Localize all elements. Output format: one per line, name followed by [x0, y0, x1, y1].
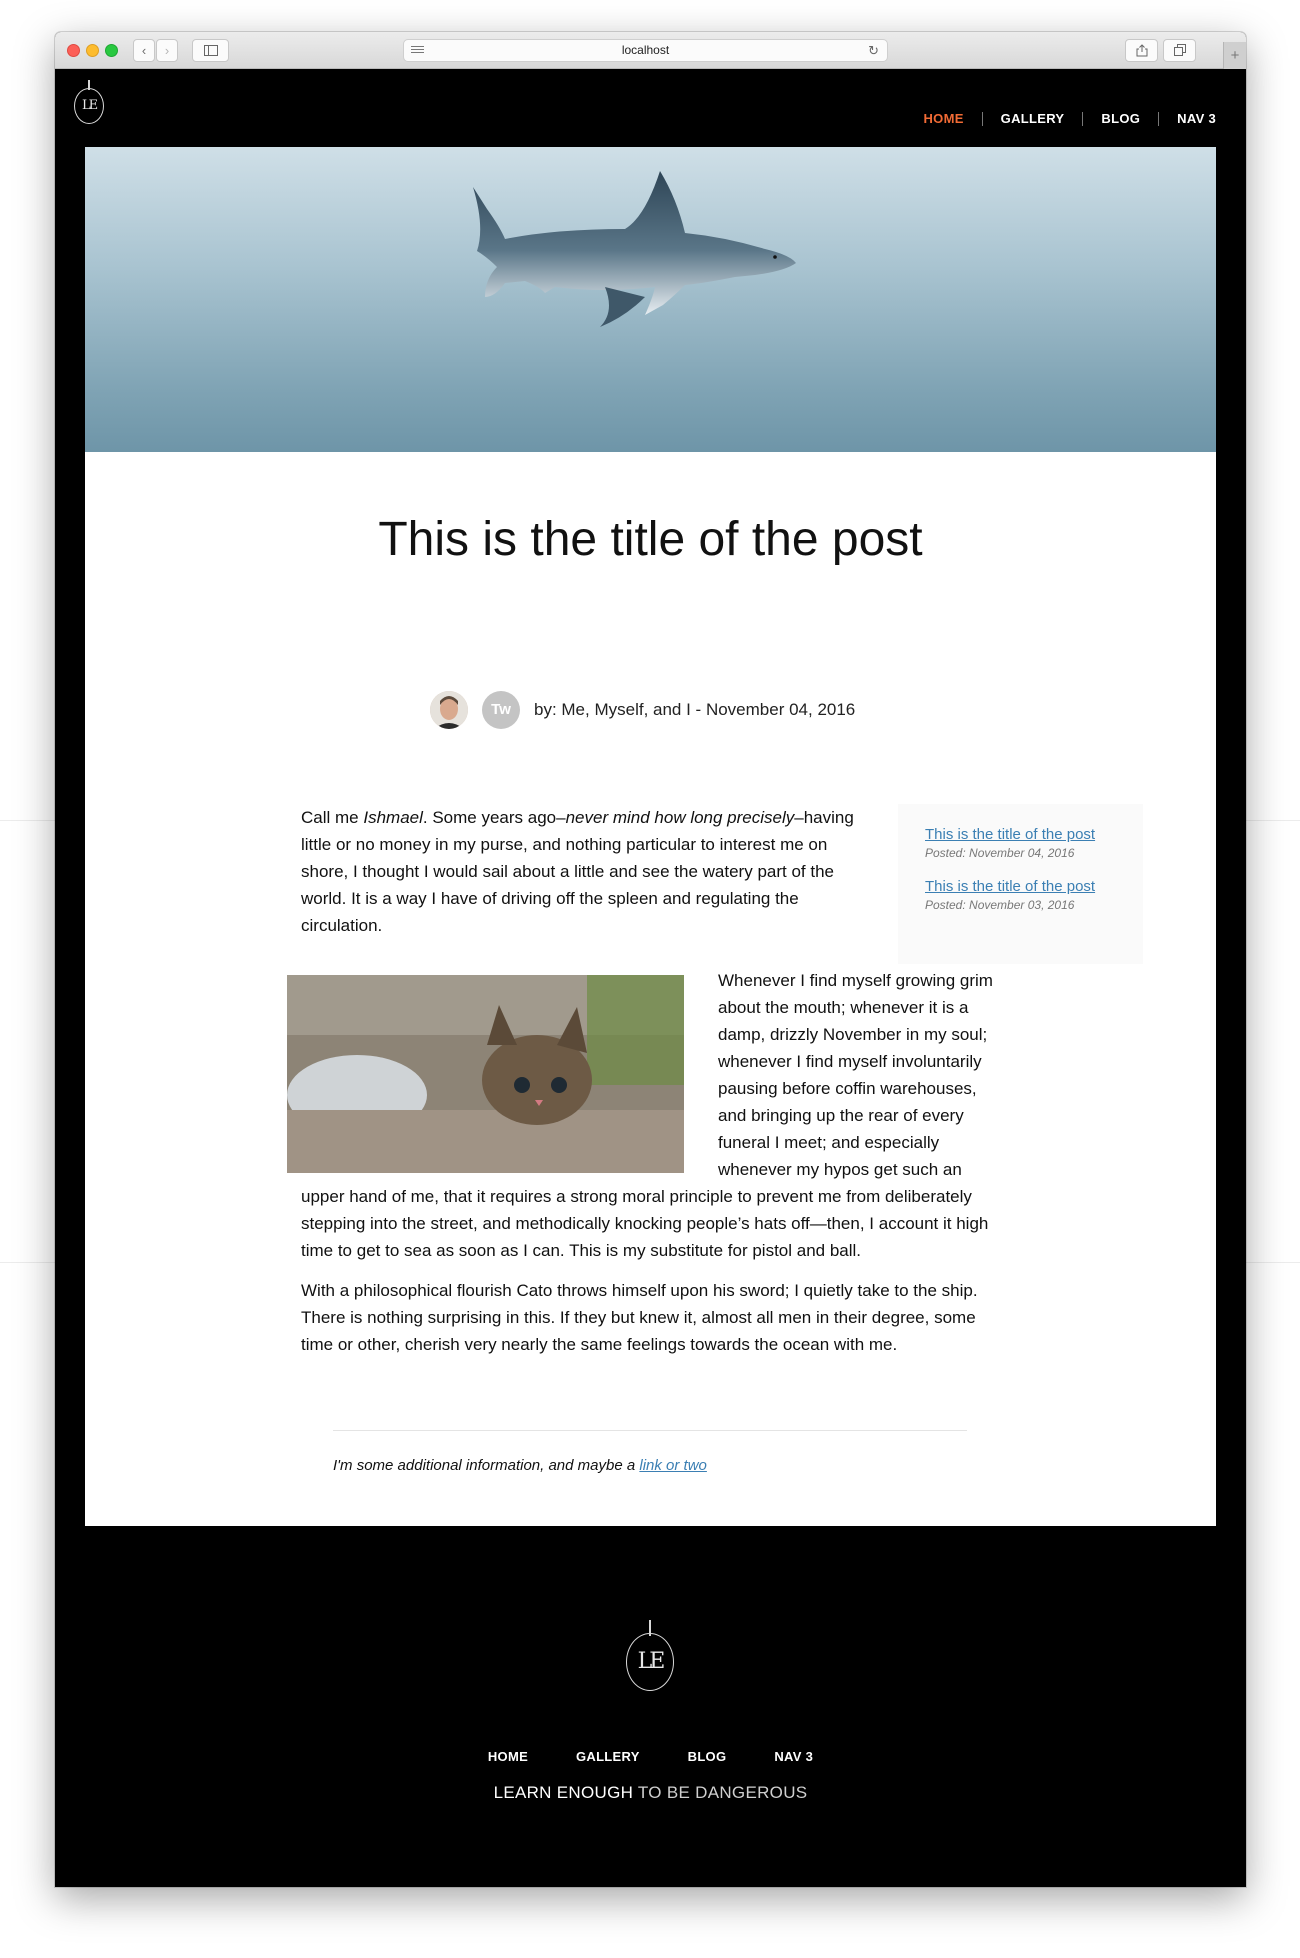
footer-nav-blog[interactable]: BLOG	[688, 1749, 727, 1764]
reload-icon[interactable]: ↻	[868, 40, 879, 61]
site-logo[interactable]: LE	[74, 80, 104, 124]
tabs-icon	[1173, 44, 1186, 56]
twitter-avatar[interactable]: Tw	[482, 691, 520, 729]
nav-blog[interactable]: BLOG	[1082, 112, 1158, 126]
browser-toolbar: ‹ › localhost ↻ +	[55, 32, 1246, 69]
footer-tagline: LEARN ENOUGH TO BE DANGEROUS	[55, 1783, 1246, 1803]
reader-icon[interactable]	[411, 46, 424, 55]
zoom-window-button[interactable]	[105, 44, 118, 57]
additional-info: I'm some additional information, and may…	[333, 1457, 707, 1474]
sidebar-icon	[203, 45, 218, 56]
hero-image	[85, 147, 1216, 452]
additional-info-link[interactable]: link or two	[639, 1457, 707, 1474]
footer-nav-home[interactable]: HOME	[488, 1749, 528, 1764]
byline: Tw by: Me, Myself, and I - November 04, …	[430, 690, 855, 730]
nav-home[interactable]: HOME	[905, 112, 981, 126]
tagline-rest: TO BE DANGEROUS	[633, 1783, 808, 1802]
url-text: localhost	[621, 43, 670, 57]
paragraph: With a philosophical flourish Cato throw…	[301, 1281, 978, 1354]
site-page: LE HOME GALLERY BLOG NAV 3 This is the t…	[55, 69, 1246, 1887]
post-title: This is the title of the post	[378, 513, 923, 566]
sidebar-toggle-button[interactable]	[192, 39, 229, 62]
paragraph: Call me Ishmael. Some years ago–never mi…	[301, 808, 854, 935]
sword-mark	[649, 1620, 651, 1636]
share-button[interactable]	[1125, 39, 1158, 62]
author-avatar[interactable]	[430, 691, 468, 729]
tagline-bold: LEARN ENOUGH	[493, 1783, 634, 1802]
logo-text: LE	[637, 1649, 666, 1674]
footer-logo[interactable]: LE	[626, 1620, 674, 1691]
sword-mark	[88, 80, 90, 90]
logo-text: LE	[81, 98, 98, 113]
byline-text: by: Me, Myself, and I - November 04, 201…	[534, 700, 856, 719]
new-tab-button[interactable]: +	[1223, 42, 1246, 69]
footer-nav-gallery[interactable]: GALLERY	[576, 1749, 640, 1764]
address-bar[interactable]: localhost ↻	[403, 39, 888, 62]
minimize-window-button[interactable]	[86, 44, 99, 57]
author-photo	[430, 691, 468, 729]
shark-illustration	[473, 171, 796, 327]
footer-nav: HOME GALLERY BLOG NAV 3	[55, 1749, 1246, 1764]
forward-button[interactable]: ›	[156, 39, 178, 62]
tabs-overview-button[interactable]	[1163, 39, 1196, 62]
browser-window: ‹ › localhost ↻ + LE HOME GALLERY BLOG N…	[55, 32, 1246, 1887]
back-button[interactable]: ‹	[133, 39, 155, 62]
divider	[333, 1430, 967, 1431]
kitten-image	[287, 975, 684, 1173]
content-card: This is the title of the post Tw by: Me,…	[85, 147, 1216, 1526]
share-icon	[1136, 44, 1147, 57]
kitten-photo	[287, 975, 684, 1173]
close-window-button[interactable]	[67, 44, 80, 57]
nav-gallery[interactable]: GALLERY	[981, 112, 1083, 126]
footer-nav-nav3[interactable]: NAV 3	[774, 1749, 813, 1764]
nav-nav3[interactable]: NAV 3	[1158, 112, 1234, 126]
post-body: Call me Ishmael. Some years ago–never mi…	[287, 804, 1007, 1371]
header-nav: HOME GALLERY BLOG NAV 3	[905, 112, 1234, 126]
